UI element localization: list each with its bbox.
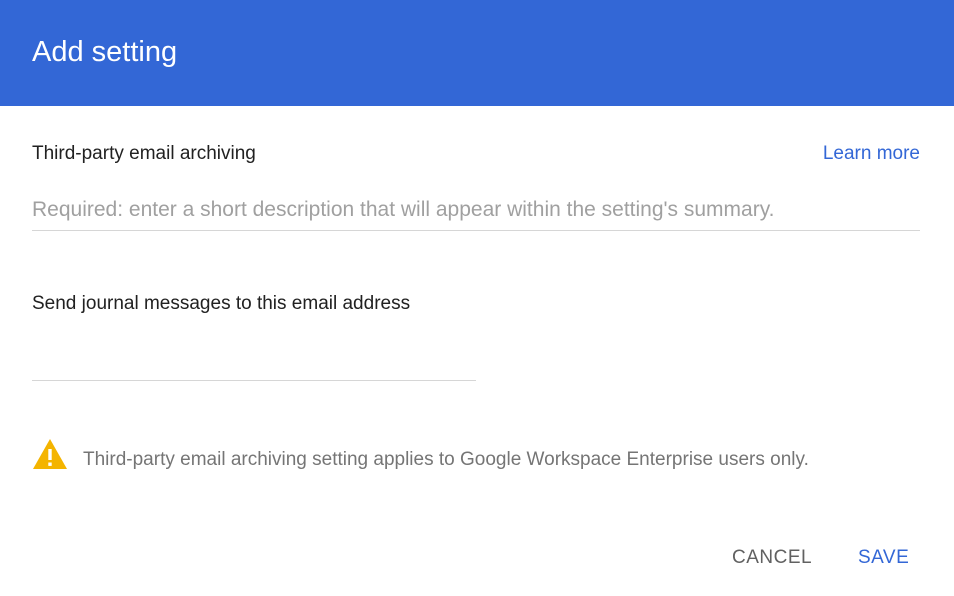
save-button[interactable]: SAVE xyxy=(858,542,909,574)
learn-more-link[interactable]: Learn more xyxy=(823,142,920,166)
setting-name-label: Third-party email archiving xyxy=(32,143,256,164)
cancel-button[interactable]: CANCEL xyxy=(732,542,812,574)
dialog-header: Add setting xyxy=(0,0,954,106)
dialog-title: Add setting xyxy=(32,36,178,68)
description-input[interactable] xyxy=(32,196,920,231)
journal-email-input[interactable] xyxy=(32,346,476,381)
journal-email-label: Send journal messages to this email addr… xyxy=(32,293,411,314)
warning-text: Third-party email archiving setting appl… xyxy=(83,449,809,470)
warning-triangle-icon xyxy=(33,439,67,469)
add-setting-dialog: Add setting Third-party email archiving … xyxy=(0,0,954,596)
